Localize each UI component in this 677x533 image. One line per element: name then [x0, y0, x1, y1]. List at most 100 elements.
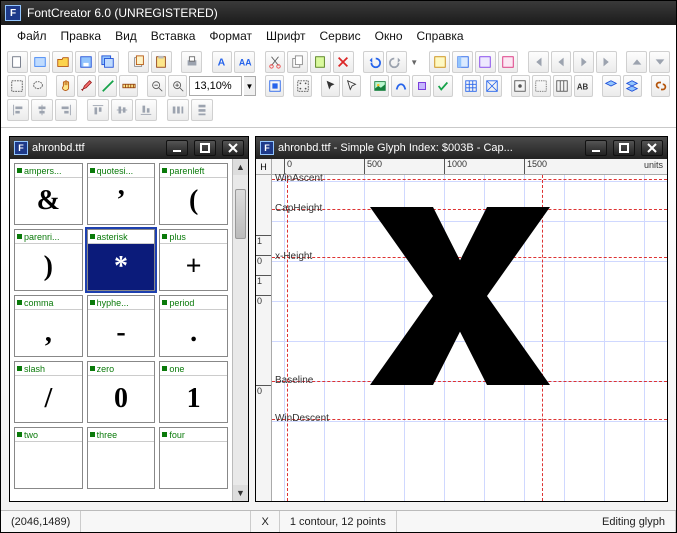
glyph-cell[interactable]: ampers...&: [14, 163, 83, 225]
save-all-icon[interactable]: [98, 51, 119, 73]
glyph-cell[interactable]: four: [159, 427, 228, 489]
glyph-cell[interactable]: quotesi...’: [87, 163, 156, 225]
hand-icon[interactable]: [56, 75, 75, 97]
new-from-template-icon[interactable]: [30, 51, 51, 73]
nav-next-icon[interactable]: [573, 51, 594, 73]
glyph-cell[interactable]: one1: [159, 361, 228, 423]
panel4-icon[interactable]: [498, 51, 519, 73]
scroll-thumb[interactable]: [235, 189, 246, 239]
align-top-icon[interactable]: [87, 99, 109, 121]
close-button[interactable]: [222, 140, 244, 156]
layers1-icon[interactable]: [602, 75, 621, 97]
group-select-icon[interactable]: [293, 75, 312, 97]
menu-file[interactable]: Файл: [11, 27, 53, 45]
distribute-v-icon[interactable]: [191, 99, 213, 121]
layers2-icon[interactable]: [623, 75, 642, 97]
close-button[interactable]: [641, 140, 663, 156]
maximize-button[interactable]: [613, 140, 635, 156]
menu-font[interactable]: Шрифт: [260, 27, 311, 45]
minimize-button[interactable]: [585, 140, 607, 156]
undo-icon[interactable]: [363, 51, 384, 73]
select-rect-icon[interactable]: [7, 75, 26, 97]
validate-icon[interactable]: [433, 75, 452, 97]
pen-icon[interactable]: [77, 75, 96, 97]
align-left-icon[interactable]: [7, 99, 29, 121]
glyph-cell[interactable]: hyphe...-: [87, 295, 156, 357]
nav-first-icon[interactable]: [528, 51, 549, 73]
nav-down-icon[interactable]: [649, 51, 670, 73]
link-icon[interactable]: [651, 75, 670, 97]
glyph-cell[interactable]: plus+: [159, 229, 228, 291]
menu-view[interactable]: Вид: [109, 27, 143, 45]
scroll-up-icon[interactable]: ▲: [233, 159, 248, 175]
panel1-icon[interactable]: [429, 51, 450, 73]
cut-icon[interactable]: [265, 51, 286, 73]
paste2-icon[interactable]: [310, 51, 331, 73]
new-icon[interactable]: [7, 51, 28, 73]
knife-icon[interactable]: [98, 75, 117, 97]
glyph-editor-titlebar[interactable]: F ahronbd.ttf - Simple Glyph Index: $003…: [256, 137, 667, 159]
copy2-icon[interactable]: [287, 51, 308, 73]
ab-icon[interactable]: AB: [574, 75, 593, 97]
panel3-icon[interactable]: [475, 51, 496, 73]
snap3-icon[interactable]: [553, 75, 572, 97]
save-icon[interactable]: [75, 51, 96, 73]
zoom-in-icon[interactable]: [168, 75, 187, 97]
open-icon[interactable]: [52, 51, 73, 73]
menu-format[interactable]: Формат: [203, 27, 258, 45]
glyph-cell[interactable]: asterisk*: [87, 229, 156, 291]
node-tool-icon[interactable]: [342, 75, 361, 97]
glyph-cell[interactable]: three: [87, 427, 156, 489]
zoom-input[interactable]: 13,10%: [189, 76, 242, 96]
glyph-cell[interactable]: zero0: [87, 361, 156, 423]
nav-prev-icon[interactable]: [551, 51, 572, 73]
nav-up-icon[interactable]: [626, 51, 647, 73]
glyph-canvas[interactable]: WinAscentCapHeightx-HeightBaselineWinDes…: [272, 175, 667, 501]
delete-icon[interactable]: [333, 51, 354, 73]
menu-help[interactable]: Справка: [411, 27, 470, 45]
snap2-icon[interactable]: [532, 75, 551, 97]
transform-icon[interactable]: [412, 75, 431, 97]
paste-icon[interactable]: [151, 51, 172, 73]
panel2-icon[interactable]: [452, 51, 473, 73]
glyph-cell[interactable]: parenleft(: [159, 163, 228, 225]
snap1-icon[interactable]: [511, 75, 530, 97]
contour-tool-icon[interactable]: [391, 75, 410, 97]
align-bottom-icon[interactable]: [135, 99, 157, 121]
char-a-icon[interactable]: A: [212, 51, 233, 73]
guides-toggle-icon[interactable]: [483, 75, 502, 97]
align-right-icon[interactable]: [55, 99, 77, 121]
glyph-scrollbar[interactable]: ▲ ▼: [232, 159, 248, 501]
grid-toggle-icon[interactable]: [462, 75, 481, 97]
menu-window[interactable]: Окно: [369, 27, 409, 45]
glyph-cell[interactable]: comma,: [14, 295, 83, 357]
glyph-cell[interactable]: parenri...): [14, 229, 83, 291]
zoom-dropdown-icon[interactable]: ▼: [244, 76, 256, 96]
glyph-editor-canvas-area[interactable]: H units 050010001500 10100 WinAscentCapH…: [256, 159, 667, 501]
glyph-index-titlebar[interactable]: F ahronbd.ttf: [10, 137, 248, 159]
zoom-out-icon[interactable]: [147, 75, 166, 97]
arrow-tool-icon[interactable]: [321, 75, 340, 97]
select-lasso-icon[interactable]: [28, 75, 47, 97]
redo-icon[interactable]: [386, 51, 407, 73]
maximize-button[interactable]: [194, 140, 216, 156]
distribute-h-icon[interactable]: [167, 99, 189, 121]
menu-edit[interactable]: Правка: [55, 27, 108, 45]
minimize-button[interactable]: [166, 140, 188, 156]
measure-icon[interactable]: [119, 75, 138, 97]
char-aa-icon[interactable]: AA: [234, 51, 255, 73]
nav-last-icon[interactable]: [596, 51, 617, 73]
glyph-cell[interactable]: period.: [159, 295, 228, 357]
image-icon[interactable]: [370, 75, 389, 97]
scroll-down-icon[interactable]: ▼: [233, 485, 248, 501]
glyph-cell[interactable]: two: [14, 427, 83, 489]
print-icon[interactable]: [181, 51, 202, 73]
align-center-h-icon[interactable]: [31, 99, 53, 121]
copy-icon[interactable]: [128, 51, 149, 73]
dropdown-arrow-icon[interactable]: ▼: [409, 52, 420, 72]
menu-insert[interactable]: Вставка: [145, 27, 202, 45]
align-middle-icon[interactable]: [111, 99, 133, 121]
fit-icon[interactable]: [265, 75, 284, 97]
menu-service[interactable]: Сервис: [314, 27, 367, 45]
glyph-cell[interactable]: slash/: [14, 361, 83, 423]
